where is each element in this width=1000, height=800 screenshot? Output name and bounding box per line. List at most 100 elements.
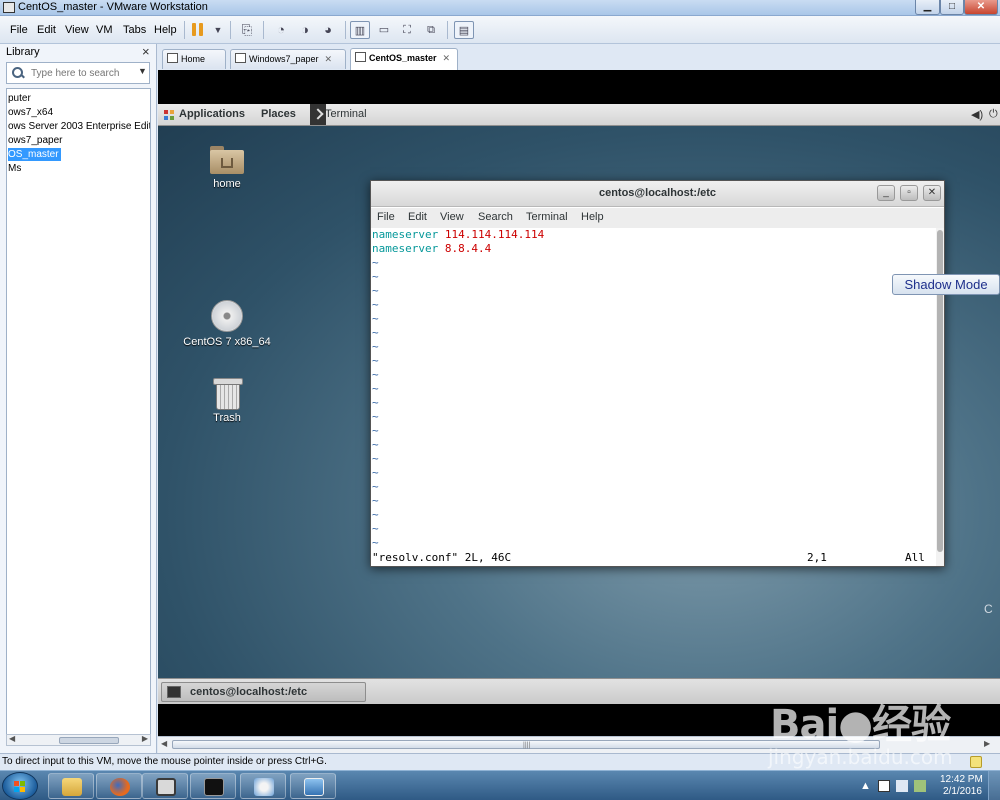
terminal-title-bar[interactable]: centos@localhost:/etc _ ▫ ✕ (371, 181, 944, 207)
taskbar-paint[interactable] (240, 773, 286, 799)
taskbar-explorer[interactable] (48, 773, 94, 799)
taskbar-firefox[interactable] (96, 773, 142, 799)
desktop-icon-trash[interactable]: Trash (182, 378, 272, 424)
applications-menu[interactable]: Applications (179, 108, 245, 120)
console-view-icon[interactable]: ▤ (454, 21, 474, 39)
scroll-thumb[interactable] (59, 737, 119, 744)
menu-vm[interactable]: VM (96, 24, 113, 36)
terminal-menu-help[interactable]: Help (581, 211, 604, 223)
power-dropdown-icon[interactable]: ▼ (208, 21, 228, 39)
terminal-maximize-button[interactable]: ▫ (900, 185, 918, 201)
volume-tray-icon[interactable] (896, 780, 908, 792)
send-ctrl-alt-del-icon[interactable]: ⎘ (237, 21, 257, 39)
menu-file[interactable]: File (10, 24, 28, 36)
taskbar-window-item[interactable]: centos@localhost:/etc (161, 682, 366, 702)
library-item[interactable]: ows7_x64 (8, 106, 55, 119)
taskbar-cmd[interactable] (190, 773, 236, 799)
terminal-text-area[interactable]: nameserver 114.114.114.114 nameserver 8.… (371, 228, 936, 566)
library-item[interactable]: Ms (8, 162, 23, 175)
scroll-right-icon[interactable]: ▶ (984, 739, 990, 748)
library-title: Library (6, 46, 40, 58)
volume-icon[interactable]: ◀) (971, 108, 983, 121)
terminal-close-button[interactable]: ✕ (923, 185, 941, 201)
menu-view[interactable]: View (65, 24, 89, 36)
menu-toolbar: File Edit View VM Tabs Help ▼ ⎘ ◔ ◑ ◕ ▥ … (0, 16, 1000, 44)
library-horizontal-scrollbar[interactable]: ◀ ▶ (6, 734, 151, 746)
battery-icon[interactable] (914, 780, 926, 792)
tab-centos-master[interactable]: CentOS_master ✕ (350, 48, 458, 70)
terminal-menu-search[interactable]: Search (478, 211, 513, 223)
desktop-icon-label: CentOS 7 x86_64 (183, 336, 271, 348)
terminal-menu-bar: File Edit View Search Terminal Help (371, 208, 944, 228)
terminal-app-menu[interactable]: Terminal (325, 108, 367, 120)
unity-icon[interactable]: ⧉ (421, 21, 441, 39)
snapshot-icon[interactable]: ◔ (271, 21, 291, 39)
vim-tilde-line: ~ (372, 508, 379, 521)
applications-icon (164, 110, 174, 120)
library-close-icon[interactable]: × (142, 44, 150, 59)
action-center-flag-icon[interactable]: ▲ (860, 780, 871, 792)
status-text: To direct input to this VM, move the mou… (2, 756, 327, 767)
shadow-mode-button[interactable]: Shadow Mode (892, 274, 1000, 295)
message-log-icon[interactable] (970, 756, 982, 768)
tab-close-icon[interactable]: ✕ (325, 50, 333, 68)
clock-time[interactable]: 12:42 PM (940, 774, 983, 785)
desktop-icon-home[interactable]: home (182, 146, 272, 190)
terminal-menu-terminal[interactable]: Terminal (526, 211, 568, 223)
menu-tabs[interactable]: Tabs (123, 24, 146, 36)
menu-help[interactable]: Help (154, 24, 177, 36)
chevron-down-icon[interactable]: ▼ (138, 66, 147, 76)
terminal-menu-file[interactable]: File (377, 211, 395, 223)
config-value: 114.114.114.114 (444, 228, 545, 241)
places-menu[interactable]: Places (261, 108, 296, 120)
gnome-desktop[interactable]: home CentOS 7 x86_64 Trash centos@localh… (158, 126, 1000, 678)
show-desktop-button[interactable] (988, 771, 1000, 800)
vim-tilde-line: ~ (372, 382, 379, 395)
terminal-menu-view[interactable]: View (440, 211, 464, 223)
library-panel: Library × ▼ puter ows7_x64 ows Server 20… (0, 44, 157, 754)
library-item[interactable]: ows7_paper (8, 134, 64, 147)
vim-status-file: "resolv.conf" 2L, 46C (372, 551, 512, 564)
library-item[interactable]: puter (8, 92, 33, 105)
quick-switch-icon[interactable]: ▭ (374, 21, 394, 39)
vim-tilde-line: ~ (372, 256, 379, 269)
tab-close-icon[interactable]: ✕ (443, 49, 451, 67)
tab-windows7-paper[interactable]: Windows7_paper ✕ (230, 49, 346, 69)
taskbar-vmware[interactable] (142, 773, 188, 799)
pause-icon[interactable] (192, 23, 204, 36)
clock-date[interactable]: 2/1/2016 (943, 786, 982, 797)
desktop-icon-centos-disc[interactable]: CentOS 7 x86_64 (182, 300, 272, 348)
taskbar-window-label: centos@localhost:/etc (190, 686, 308, 698)
terminal-minimize-button[interactable]: _ (877, 185, 895, 201)
scroll-right-icon[interactable]: ▶ (142, 734, 148, 743)
library-item[interactable]: ows Server 2003 Enterprise Edition (8, 120, 150, 133)
terminal-menu-edit[interactable]: Edit (408, 211, 427, 223)
vim-tilde-line: ~ (372, 368, 379, 381)
toolbar-separator (230, 21, 231, 39)
maximize-button[interactable]: □ (940, 0, 964, 15)
library-search-input[interactable] (31, 66, 136, 80)
vim-tilde-line: ~ (372, 270, 379, 283)
revert-snapshot-icon[interactable]: ◑ (295, 21, 315, 39)
fullscreen-icon[interactable]: ⛶ (397, 21, 417, 39)
tab-home[interactable]: Home (162, 49, 226, 69)
file-line: nameserver 8.8.4.4 (372, 242, 491, 256)
scroll-left-icon[interactable]: ◀ (9, 734, 15, 743)
power-icon[interactable]: ⏻ (989, 108, 998, 121)
close-button[interactable]: ✕ (964, 0, 998, 15)
vim-tilde-line: ~ (372, 340, 379, 353)
show-library-icon[interactable]: ▥ (350, 21, 370, 39)
minimize-button[interactable]: ▁ (915, 0, 940, 15)
tab-label: Home (181, 54, 206, 64)
vm-letterbox-top (158, 70, 1000, 104)
snapshot-manager-icon[interactable]: ◕ (318, 21, 338, 39)
start-button[interactable] (2, 772, 38, 800)
window-title-bar: CentOS_master - VMware Workstation ▁ □ ✕ (0, 0, 1000, 16)
library-search-box[interactable]: ▼ (6, 62, 150, 84)
scroll-left-icon[interactable]: ◀ (161, 739, 167, 748)
vim-tilde-line: ~ (372, 312, 379, 325)
menu-edit[interactable]: Edit (37, 24, 56, 36)
taskbar-screen-tool[interactable] (290, 773, 336, 799)
network-icon[interactable] (878, 780, 890, 792)
library-item-selected[interactable]: OS_master (8, 148, 61, 161)
